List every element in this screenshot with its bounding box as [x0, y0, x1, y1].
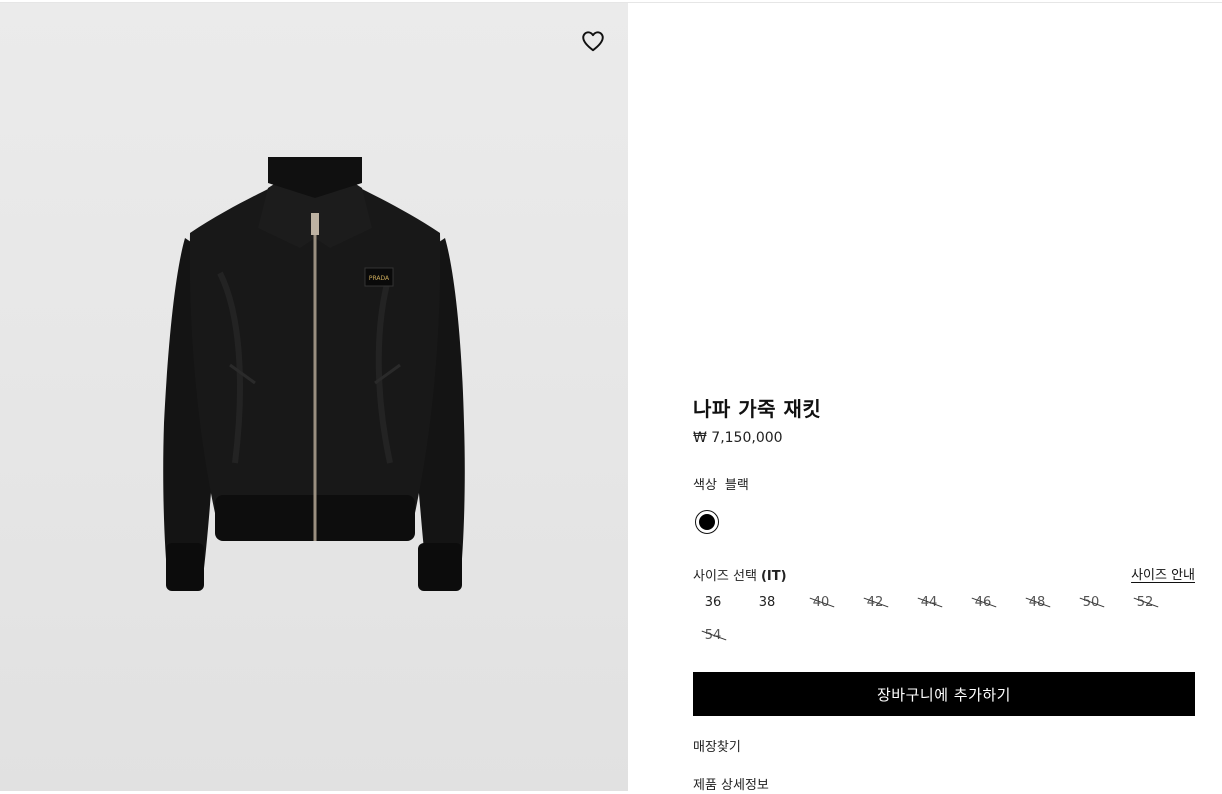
color-swatch-black[interactable] [695, 510, 719, 534]
color-label: 색상 [693, 478, 717, 493]
size-option-50: 50 [1071, 592, 1111, 614]
size-option-42: 42 [855, 592, 895, 614]
size-option-52: 52 [1125, 592, 1165, 614]
size-label-text: 사이즈 선택 [693, 569, 757, 584]
product-title: 나파 가죽 재킷 [693, 397, 822, 421]
add-to-cart-button[interactable]: 장바구니에 추가하기 [693, 672, 1195, 716]
product-details-link[interactable]: 제품 상세정보 [693, 774, 769, 793]
size-guide-link[interactable]: 사이즈 안내 [1131, 564, 1195, 583]
color-row: 색상 블랙 [693, 474, 749, 493]
size-option-40: 40 [801, 592, 841, 614]
size-option-46: 46 [963, 592, 1003, 614]
find-store-link[interactable]: 매장찾기 [693, 736, 741, 755]
jacket-product-image: PRADA [150, 143, 480, 613]
size-option-48: 48 [1017, 592, 1057, 614]
size-unit: (IT) [760, 569, 787, 584]
logo-plate: PRADA [369, 275, 390, 282]
swatch-dot [699, 514, 715, 530]
product-page: PRADA 나파 가죽 재킷 ₩ 7,150,000 색상 블랙 사이즈 선택 (I… [0, 0, 1222, 794]
size-select-label: 사이즈 선택 (IT) [693, 565, 787, 584]
size-option-36[interactable]: 36 [693, 592, 733, 614]
product-image-panel: PRADA [0, 3, 628, 791]
product-price: ₩ 7,150,000 [693, 430, 783, 446]
size-option-44: 44 [909, 592, 949, 614]
size-option-54: 54 [693, 625, 733, 647]
size-option-38[interactable]: 38 [747, 592, 787, 614]
color-value: 블랙 [724, 478, 749, 493]
heart-icon[interactable] [580, 28, 606, 54]
